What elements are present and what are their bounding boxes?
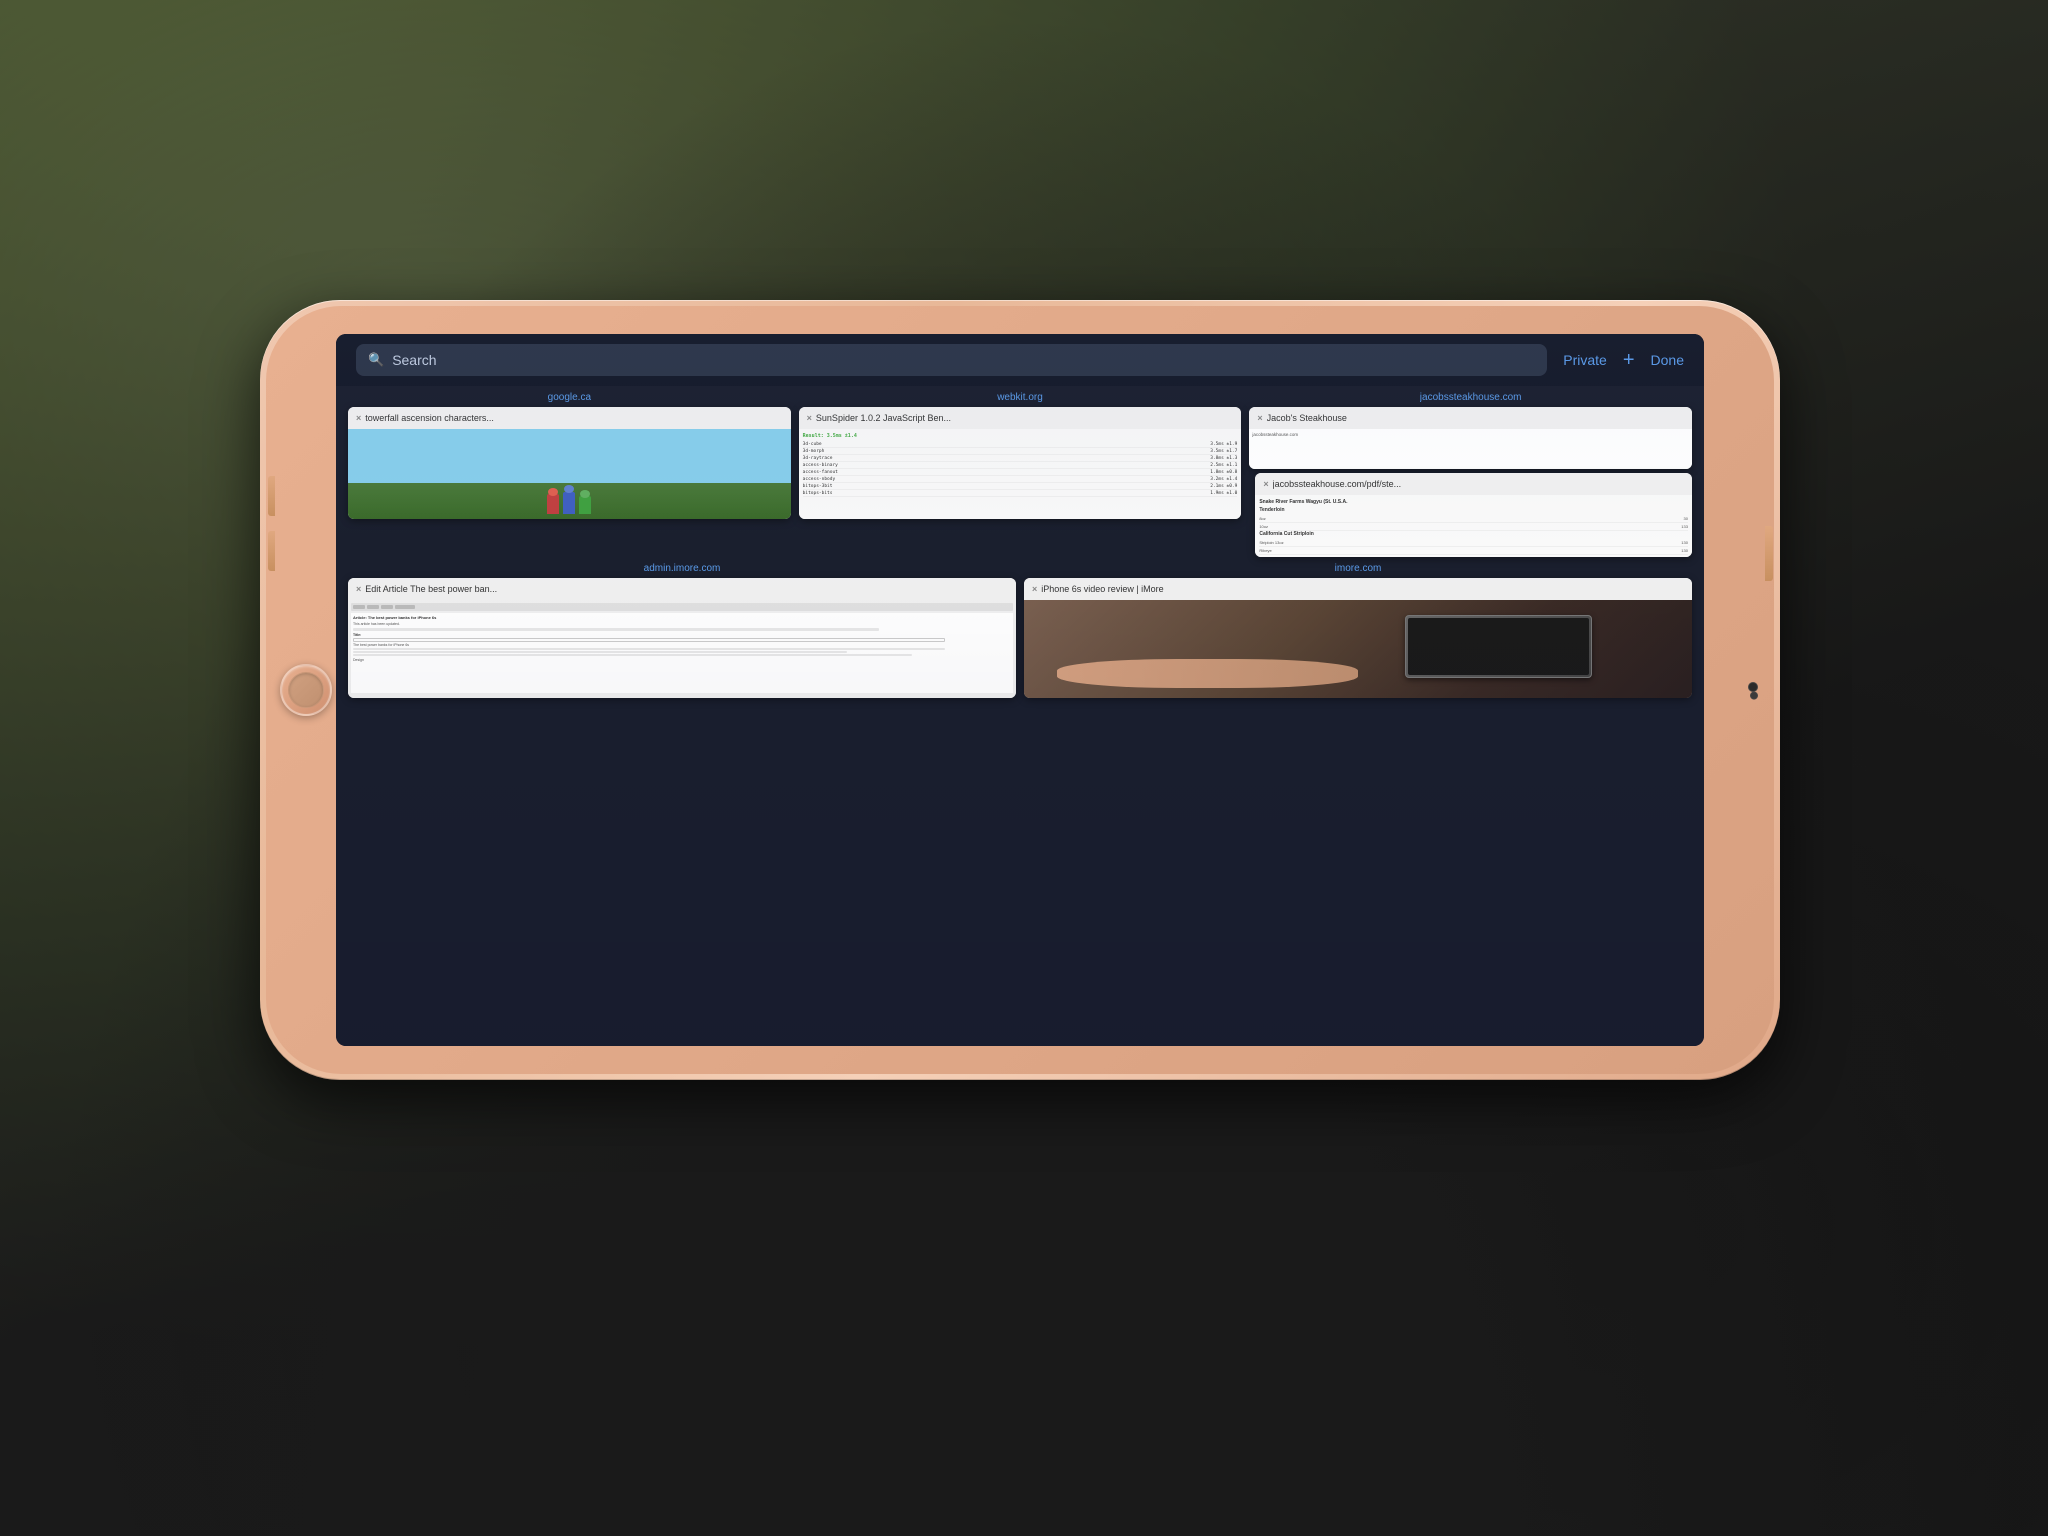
tab-card-3[interactable]: × Jacob's Steakhouse jacobssteakhouse.co… — [1249, 407, 1692, 469]
steak-section-2: California Cut Striploin — [1259, 531, 1688, 537]
steak-item-3: Striploin 13oz130 — [1259, 539, 1688, 547]
tab-col-4: admin.imore.com × Edit Article The best … — [348, 563, 1016, 1038]
tab-2-header: × SunSpider 1.0.2 JavaScript Ben... — [799, 407, 1242, 429]
steakhouse-menu-preview: Snake River Farms Wagyu (St. U.S.A. Tend… — [1255, 495, 1692, 557]
tab-1-url: google.ca — [548, 392, 591, 403]
tabs-top-row: google.ca × towerfall ascension characte… — [336, 386, 1704, 551]
imore-video-preview — [1024, 600, 1692, 698]
private-button[interactable]: Private — [1563, 352, 1607, 368]
safari-screen: 🔍 Search Private + Done google.ca × — [336, 334, 1704, 1046]
iphone-device: 🔍 Search Private + Done google.ca × — [260, 300, 1780, 1080]
search-bar[interactable]: 🔍 Search — [356, 344, 1547, 376]
tab-2-title: SunSpider 1.0.2 JavaScript Ben... — [816, 413, 1233, 423]
tab-5-close[interactable]: × — [1032, 584, 1037, 594]
steakhouse-preview: jacobssteakhouse.com — [1249, 429, 1692, 469]
home-button[interactable] — [280, 664, 332, 716]
tabs-bottom-row: admin.imore.com × Edit Article The best … — [336, 559, 1704, 1046]
tab-4-title: Edit Article The best power ban... — [365, 584, 1008, 594]
tab-2-close[interactable]: × — [807, 413, 812, 423]
game-preview — [348, 429, 791, 519]
tab-card-2[interactable]: × SunSpider 1.0.2 JavaScript Ben... Resu… — [799, 407, 1242, 519]
tab-1-title: towerfall ascension characters... — [365, 413, 782, 423]
steak-item-4: Ribeye130 — [1259, 547, 1688, 555]
admin-btn-1 — [353, 605, 365, 609]
tab-1-header: × towerfall ascension characters... — [348, 407, 791, 429]
steak-section-title: Tenderloin — [1259, 507, 1688, 513]
tab-col-2: webkit.org × SunSpider 1.0.2 JavaScript … — [799, 392, 1242, 557]
tab-3-title: Jacob's Steakhouse — [1267, 413, 1684, 423]
tab-3-url: jacobssteakhouse.com — [1420, 392, 1522, 403]
tab-4-header: × Edit Article The best power ban... — [348, 578, 1016, 600]
tab-3-sub-preview: Snake River Farms Wagyu (St. U.S.A. Tend… — [1255, 495, 1692, 557]
tab-card-4[interactable]: × Edit Article The best power ban... — [348, 578, 1016, 698]
tab-5-title: iPhone 6s video review | iMore — [1041, 584, 1684, 594]
tab-col-5: imore.com × iPhone 6s video review | iMo… — [1024, 563, 1692, 1038]
volume-up-button[interactable] — [268, 476, 275, 516]
tab-col-3: jacobssteakhouse.com × Jacob's Steakhous… — [1249, 392, 1692, 557]
iphone-body: 🔍 Search Private + Done google.ca × — [266, 306, 1774, 1074]
steak-item-5: T Bone 43oz160 — [1259, 555, 1688, 557]
tab-col-1: google.ca × towerfall ascension characte… — [348, 392, 791, 557]
power-button[interactable] — [1765, 526, 1773, 581]
add-tab-button[interactable]: + — [1623, 349, 1635, 372]
admin-btn-4 — [395, 605, 415, 609]
tab-5-url: imore.com — [1335, 563, 1382, 574]
home-button-ring — [288, 672, 324, 708]
tab-3-preview: jacobssteakhouse.com — [1249, 429, 1692, 469]
tab-2-preview: Result: 3.5ms ±1.4 3d-cube3.5ms ±1.9 3d-… — [799, 429, 1242, 519]
tab-3-sub-title: jacobssteakhouse.com/pdf/ste... — [1273, 479, 1684, 489]
tab-3-close[interactable]: × — [1257, 413, 1262, 423]
admin-toolbar — [351, 603, 1013, 611]
search-input-text: Search — [392, 352, 436, 368]
camera-lens — [1748, 682, 1758, 692]
tab-4-close[interactable]: × — [356, 584, 361, 594]
done-button[interactable]: Done — [1651, 352, 1684, 368]
tab-card-3-sub[interactable]: × jacobssteakhouse.com/pdf/ste... Snake … — [1255, 473, 1692, 557]
tab-3-header: × Jacob's Steakhouse — [1249, 407, 1692, 429]
tab-4-preview: Article: The best power banks for iPhone… — [348, 600, 1016, 698]
steak-item-1: 8oz30 — [1259, 515, 1688, 523]
tab-2-url: webkit.org — [997, 392, 1043, 403]
camera-flash — [1750, 692, 1758, 700]
safari-toolbar: 🔍 Search Private + Done — [336, 334, 1704, 386]
admin-btn-2 — [367, 605, 379, 609]
tab-5-preview — [1024, 600, 1692, 698]
admin-preview: Article: The best power banks for iPhone… — [348, 600, 1016, 698]
tab-4-url: admin.imore.com — [644, 563, 721, 574]
tab-3-sub-close[interactable]: × — [1263, 479, 1268, 489]
admin-content-area: Article: The best power banks for iPhone… — [351, 613, 1013, 693]
tab-1-close[interactable]: × — [356, 413, 361, 423]
tab-card-5[interactable]: × iPhone 6s video review | iMore — [1024, 578, 1692, 698]
tab-card-1[interactable]: × towerfall ascension characters... — [348, 407, 791, 519]
tab-1-preview — [348, 429, 791, 519]
tab-5-header: × iPhone 6s video review | iMore — [1024, 578, 1692, 600]
admin-btn-3 — [381, 605, 393, 609]
search-icon: 🔍 — [368, 352, 384, 368]
steak-item-2: 10oz133 — [1259, 523, 1688, 531]
volume-down-button[interactable] — [268, 531, 275, 571]
webkit-benchmark-preview: Result: 3.5ms ±1.4 3d-cube3.5ms ±1.9 3d-… — [799, 429, 1242, 519]
steak-menu-title: Snake River Farms Wagyu (St. U.S.A. — [1259, 499, 1688, 505]
tab-3-sub-header: × jacobssteakhouse.com/pdf/ste... — [1255, 473, 1692, 495]
iphone-screen: 🔍 Search Private + Done google.ca × — [336, 334, 1704, 1046]
